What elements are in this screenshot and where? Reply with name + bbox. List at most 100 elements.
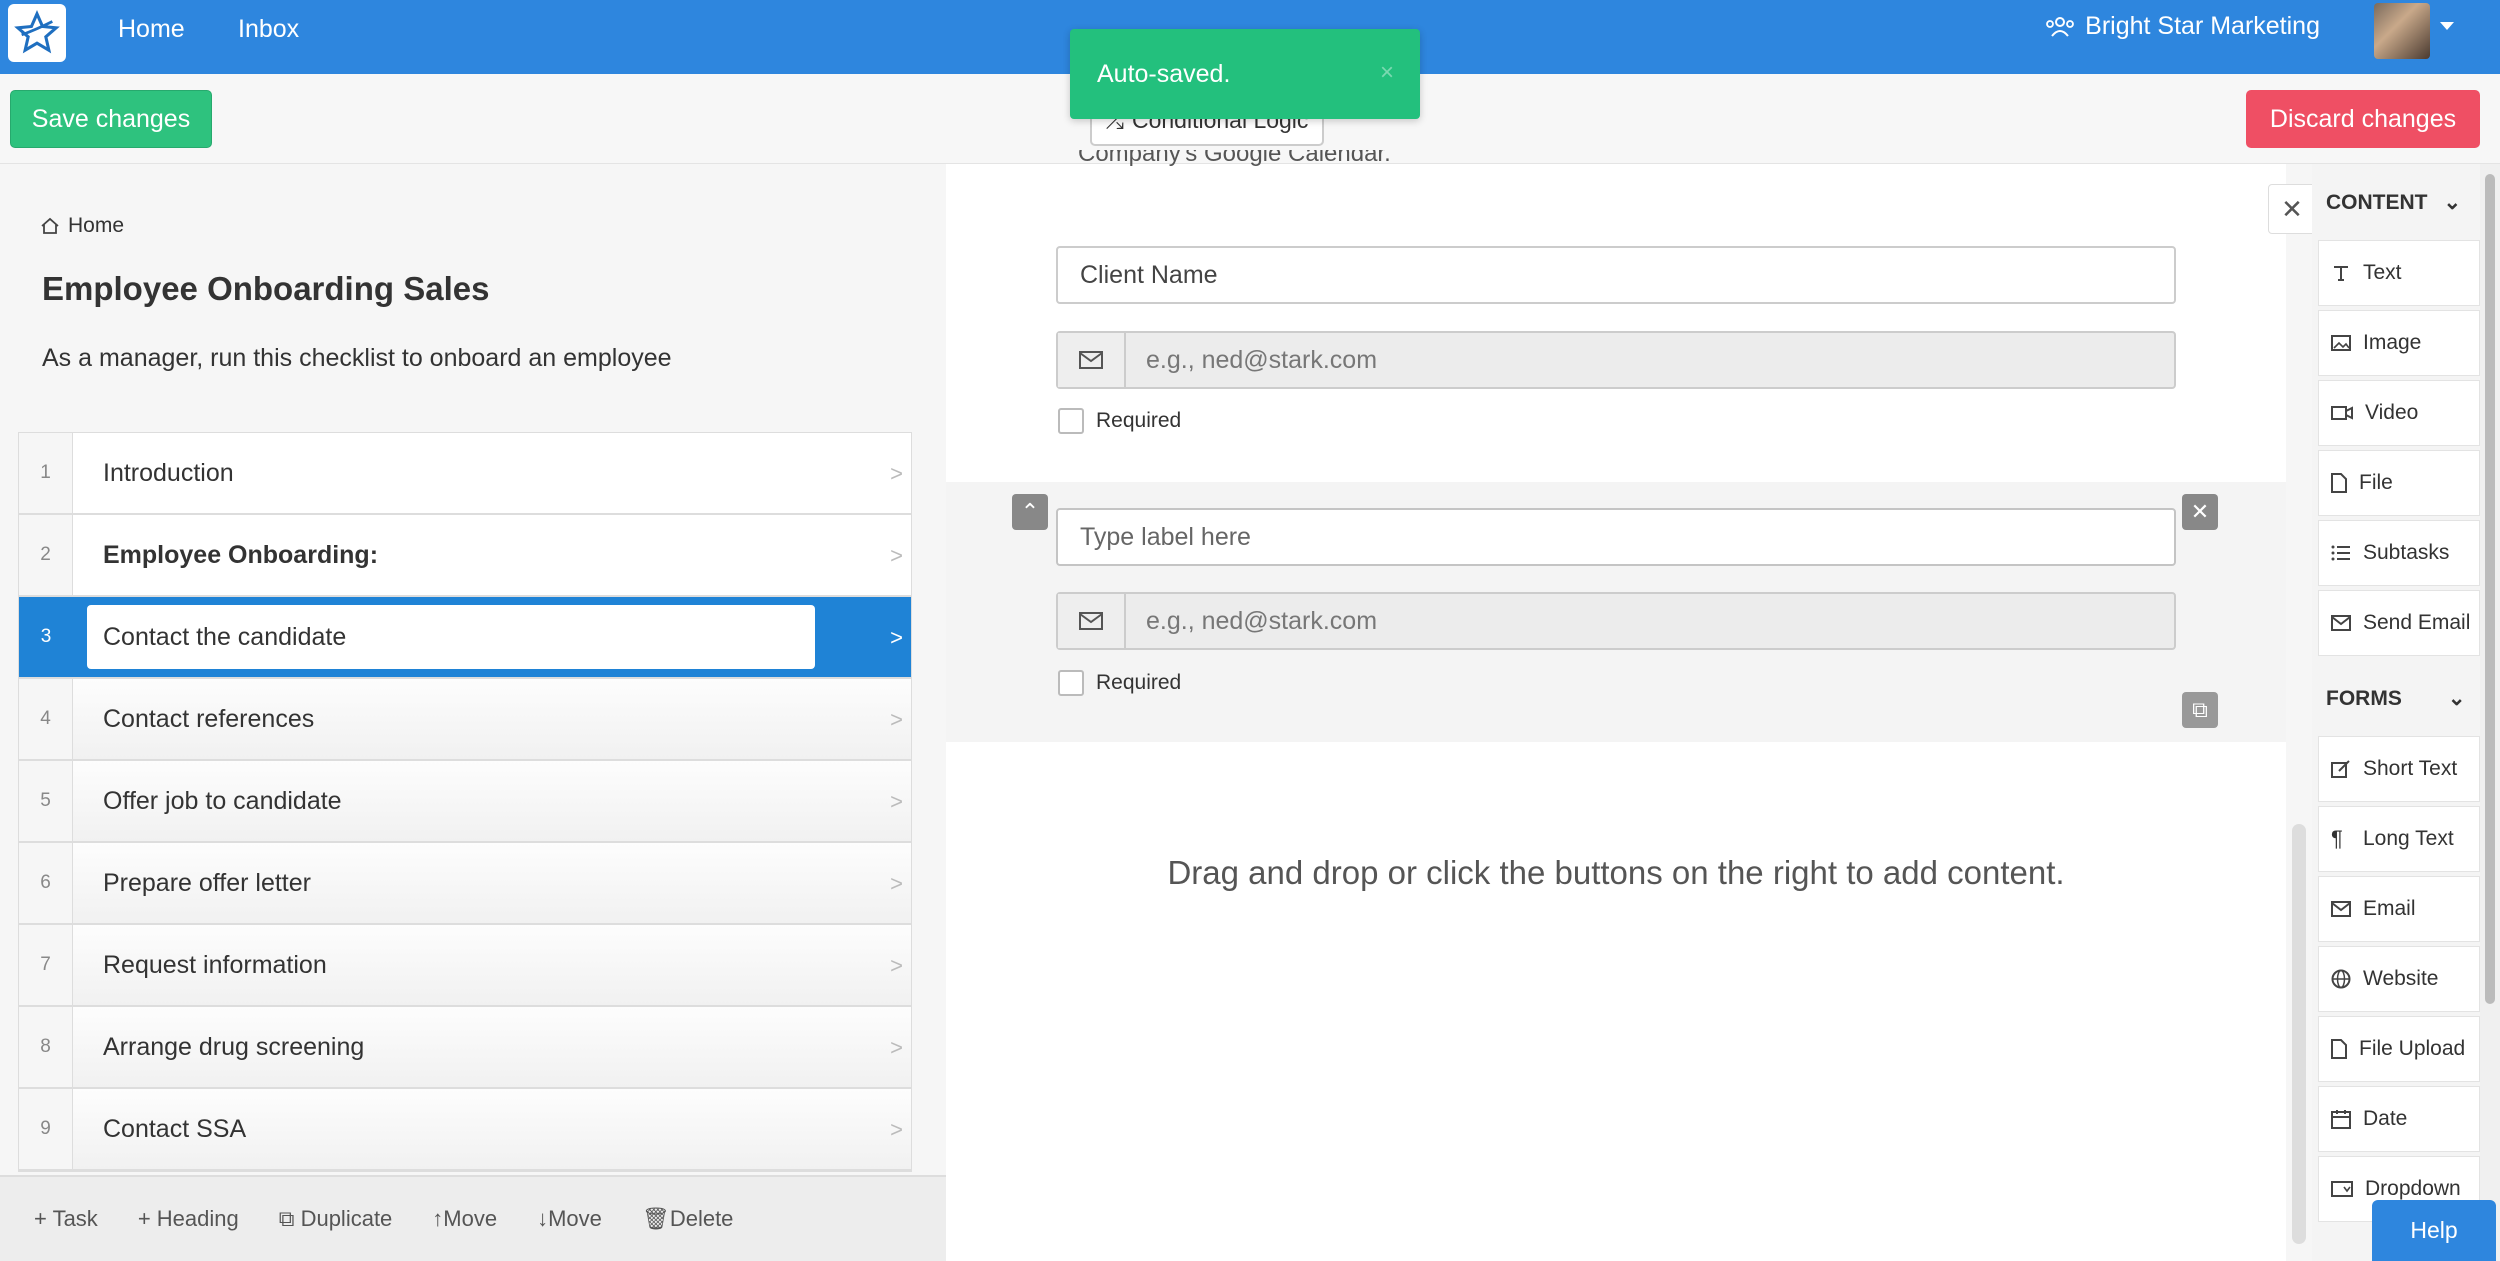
widget-website-button[interactable]: Website [2318, 946, 2480, 1012]
widget-label: Text [2363, 261, 2402, 284]
task-row[interactable]: 1 Introduction > [19, 433, 911, 515]
globe-icon [2331, 969, 2351, 989]
task-number: 7 [19, 925, 73, 1005]
content-section-header[interactable]: CONTENT ⌄ [2326, 190, 2461, 215]
widget-sidebar: CONTENT ⌄ Text Image Video File Subtasks… [2312, 164, 2480, 1261]
checklist-title: Employee Onboarding Sales [42, 270, 490, 307]
widget-subtasks-button[interactable]: Subtasks [2318, 520, 2480, 586]
task-label: Prepare offer letter [103, 868, 311, 897]
duplicate-button[interactable]: ⧉ Duplicate [279, 1206, 393, 1232]
widget-label: Video [2365, 401, 2419, 424]
chevron-right-icon: > [890, 789, 903, 814]
forms-heading: FORMS [2326, 686, 2402, 710]
trash-icon: 🗑 [641, 1206, 670, 1231]
field-label-input[interactable]: Client Name [1056, 246, 2176, 304]
discard-changes-button[interactable]: Discard changes [2246, 90, 2480, 148]
forms-section-header[interactable]: FORMS ⌄ [2326, 686, 2465, 711]
close-icon[interactable]: ✕ [2182, 494, 2218, 530]
task-number: 1 [19, 433, 73, 513]
required-toggle[interactable]: Required [1058, 408, 1181, 434]
widget-email-button[interactable]: Email [2318, 876, 2480, 942]
task-heading-row[interactable]: 2 Employee Onboarding: > [19, 515, 911, 597]
video-icon [2331, 406, 2353, 420]
widget-file-upload-button[interactable]: File Upload [2318, 1016, 2480, 1082]
checklist-description: As a manager, run this checklist to onbo… [42, 344, 672, 372]
move-up-button[interactable]: ↑Move [432, 1206, 497, 1232]
widget-label: Send Email [2363, 611, 2471, 634]
add-heading-button[interactable]: + Heading [138, 1206, 239, 1232]
chevron-right-icon: > [890, 625, 903, 650]
task-list: 1 Introduction > 2 Employee Onboarding: … [18, 432, 912, 1172]
widget-send-email-button[interactable]: Send Email [2318, 590, 2480, 656]
widget-date-button[interactable]: Date [2318, 1086, 2480, 1152]
breadcrumb[interactable]: Home [40, 214, 124, 238]
chevron-right-icon: > [890, 871, 903, 896]
task-row[interactable]: 5 Offer job to candidate > [19, 761, 911, 843]
required-checkbox[interactable] [1058, 408, 1084, 434]
task-editor: Company's Google Calendar. Client Name e… [946, 150, 2286, 1261]
paragraph-icon: ¶ [2331, 826, 2343, 851]
move-down-label: Move [548, 1206, 602, 1231]
save-changes-button[interactable]: Save changes [10, 90, 212, 148]
dropdown-icon [2331, 1181, 2353, 1197]
task-label-input[interactable]: Contact the candidate [87, 605, 815, 669]
list-icon [2331, 545, 2350, 561]
task-number: 4 [19, 679, 73, 759]
required-toggle[interactable]: Required [1058, 670, 1181, 696]
widget-file-button[interactable]: File [2318, 450, 2480, 516]
task-row[interactable]: 8 Arrange drug screening > [19, 1007, 911, 1089]
task-number: 8 [19, 1007, 73, 1087]
sidebar-scrollbar-thumb[interactable] [2485, 174, 2495, 1004]
close-sidebar-icon[interactable]: ✕ [2268, 184, 2316, 234]
task-number: 5 [19, 761, 73, 841]
envelope-icon [2331, 901, 2351, 917]
chevron-up-icon[interactable]: ⌃ [1012, 494, 1048, 530]
widget-video-button[interactable]: Video [2318, 380, 2480, 446]
widget-label: File Upload [2359, 1037, 2466, 1060]
widget-label: Dropdown [2365, 1177, 2461, 1200]
app-logo[interactable] [8, 4, 66, 62]
chevron-right-icon: > [890, 1117, 903, 1142]
widget-image-button[interactable]: Image [2318, 310, 2480, 376]
editor-scrollbar[interactable] [2286, 164, 2312, 1261]
envelope-icon [1058, 594, 1126, 648]
arrow-up-icon: ↑ [432, 1206, 444, 1231]
home-icon [41, 217, 59, 234]
caret-down-icon[interactable] [2440, 22, 2454, 30]
label-placeholder: Type label here [1080, 522, 1251, 551]
editor-scrollbar-thumb[interactable] [2292, 824, 2306, 1244]
task-actions-bar: + Task + Heading ⧉ Duplicate ↑Move ↓Move… [0, 1175, 946, 1261]
task-label: Contact references [103, 704, 315, 733]
arrow-down-icon: ↓ [537, 1206, 549, 1231]
required-label: Required [1096, 409, 1182, 432]
task-row[interactable]: 4 Contact references > [19, 679, 911, 761]
duplicate-block-icon[interactable]: ⧉ [2182, 692, 2218, 728]
task-row[interactable]: 7 Request information > [19, 925, 911, 1007]
task-row[interactable]: 9 Contact SSA > [19, 1089, 911, 1171]
move-down-button[interactable]: ↓Move [537, 1206, 602, 1232]
widget-short-text-button[interactable]: Short Text [2318, 736, 2480, 802]
widget-text-button[interactable]: Text [2318, 240, 2480, 306]
chevron-down-icon: ⌄ [2443, 191, 2462, 214]
user-avatar[interactable] [2374, 3, 2430, 59]
widget-label: Subtasks [2363, 541, 2450, 564]
org-switcher[interactable]: Bright Star Marketing [2045, 12, 2320, 41]
toast-close-icon[interactable]: × [1380, 59, 1394, 87]
sidebar-scrollbar[interactable] [2480, 164, 2500, 1261]
task-row[interactable]: 6 Prepare offer letter > [19, 843, 911, 925]
widget-long-text-button[interactable]: ¶ Long Text [2318, 806, 2480, 872]
task-label: Introduction [103, 458, 234, 487]
file-icon [2331, 1039, 2347, 1059]
help-button[interactable]: Help [2372, 1200, 2496, 1261]
task-label: Arrange drug screening [103, 1032, 365, 1061]
task-row-active[interactable]: 3 Contact the candidate > [19, 597, 911, 679]
field-label-input-active[interactable]: Type label here [1056, 508, 2176, 566]
envelope-icon [2331, 615, 2351, 631]
nav-home-link[interactable]: Home [118, 0, 185, 74]
task-label: Offer job to candidate [103, 786, 342, 815]
nav-inbox-link[interactable]: Inbox [238, 0, 299, 74]
delete-button[interactable]: 🗑Delete [642, 1206, 734, 1232]
required-checkbox[interactable] [1058, 670, 1084, 696]
add-task-button[interactable]: + Task [34, 1206, 98, 1232]
email-placeholder: e.g., ned@stark.com [1146, 345, 1378, 374]
